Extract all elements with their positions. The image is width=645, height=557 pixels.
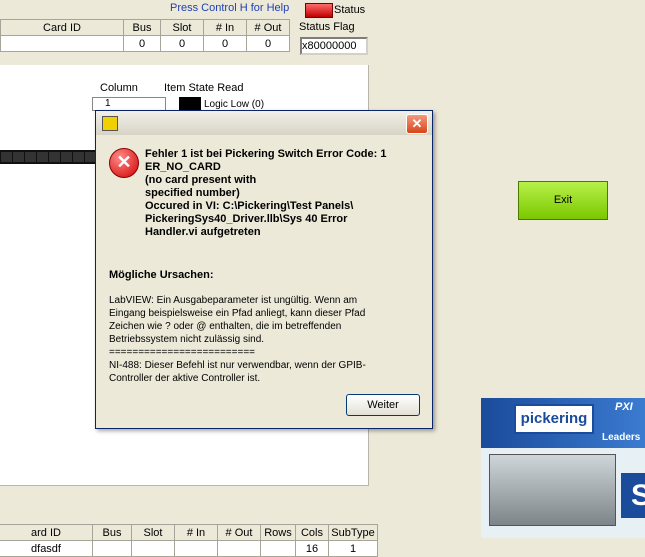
cell-slot[interactable]: 0 — [160, 35, 204, 52]
causes-text: LabVIEW: Ein Ausgabeparameter ist ungült… — [109, 295, 366, 384]
top-table: Card ID Bus Slot # In # Out 0 0 0 0 — [0, 19, 290, 52]
causes-heading: Mögliche Ursachen: — [109, 269, 214, 281]
error-dialog: ✕ ✕ Fehler 1 ist bei Pickering Switch Er… — [95, 110, 433, 429]
weiter-button[interactable]: Weiter — [346, 394, 420, 416]
logo-leader: Leaders — [602, 432, 641, 443]
status-led-icon — [305, 3, 333, 18]
header-bus: Bus — [92, 524, 132, 541]
cell-out[interactable]: 0 — [246, 35, 290, 52]
header-subtype: SubType — [328, 524, 378, 541]
cell-bus[interactable]: 0 — [123, 35, 161, 52]
cell-card-id[interactable] — [0, 35, 124, 52]
error-message: Fehler 1 ist bei Pickering Switch Error … — [145, 148, 387, 238]
header-out: # Out — [217, 524, 261, 541]
dialog-titlebar: ✕ — [96, 111, 432, 135]
header-in: # In — [203, 19, 247, 36]
state-led-icon — [179, 97, 201, 111]
header-out: # Out — [246, 19, 290, 36]
header-cols: Cols — [295, 524, 329, 541]
column-input[interactable]: 1 — [92, 97, 166, 111]
cell-in[interactable]: 0 — [203, 35, 247, 52]
close-icon[interactable]: ✕ — [406, 114, 428, 134]
logo-pxi: PXI — [615, 401, 633, 413]
item-state-label: Item State Read — [164, 82, 244, 94]
header-rows: Rows — [260, 524, 296, 541]
header-bus: Bus — [123, 19, 161, 36]
labview-icon — [102, 116, 118, 131]
status-label: Status — [334, 4, 366, 16]
logo-s: S — [621, 473, 645, 518]
status-flag-label: Status Flag — [299, 21, 355, 33]
column-label: Column — [100, 82, 138, 94]
state-text: Logic Low (0) — [204, 99, 265, 110]
header-in: # In — [174, 524, 218, 541]
exit-button[interactable]: Exit — [518, 181, 608, 220]
channel-bar — [0, 150, 108, 164]
header-slot: Slot — [160, 19, 204, 36]
header-card-id: ard ID — [0, 524, 93, 541]
pxi-rack-image — [489, 454, 616, 526]
help-hint: Press Control H for Help — [170, 2, 290, 14]
header-card-id: Card ID — [0, 19, 124, 36]
pickering-logo: pickering PXI Leaders S — [481, 398, 645, 538]
logo-name: pickering — [514, 404, 594, 434]
bottom-table: ard ID Bus Slot # In # Out Rows Cols Sub… — [0, 524, 378, 557]
error-icon: ✕ — [109, 148, 139, 178]
status-flag-field[interactable]: x80000000 — [300, 37, 368, 55]
header-slot: Slot — [131, 524, 175, 541]
